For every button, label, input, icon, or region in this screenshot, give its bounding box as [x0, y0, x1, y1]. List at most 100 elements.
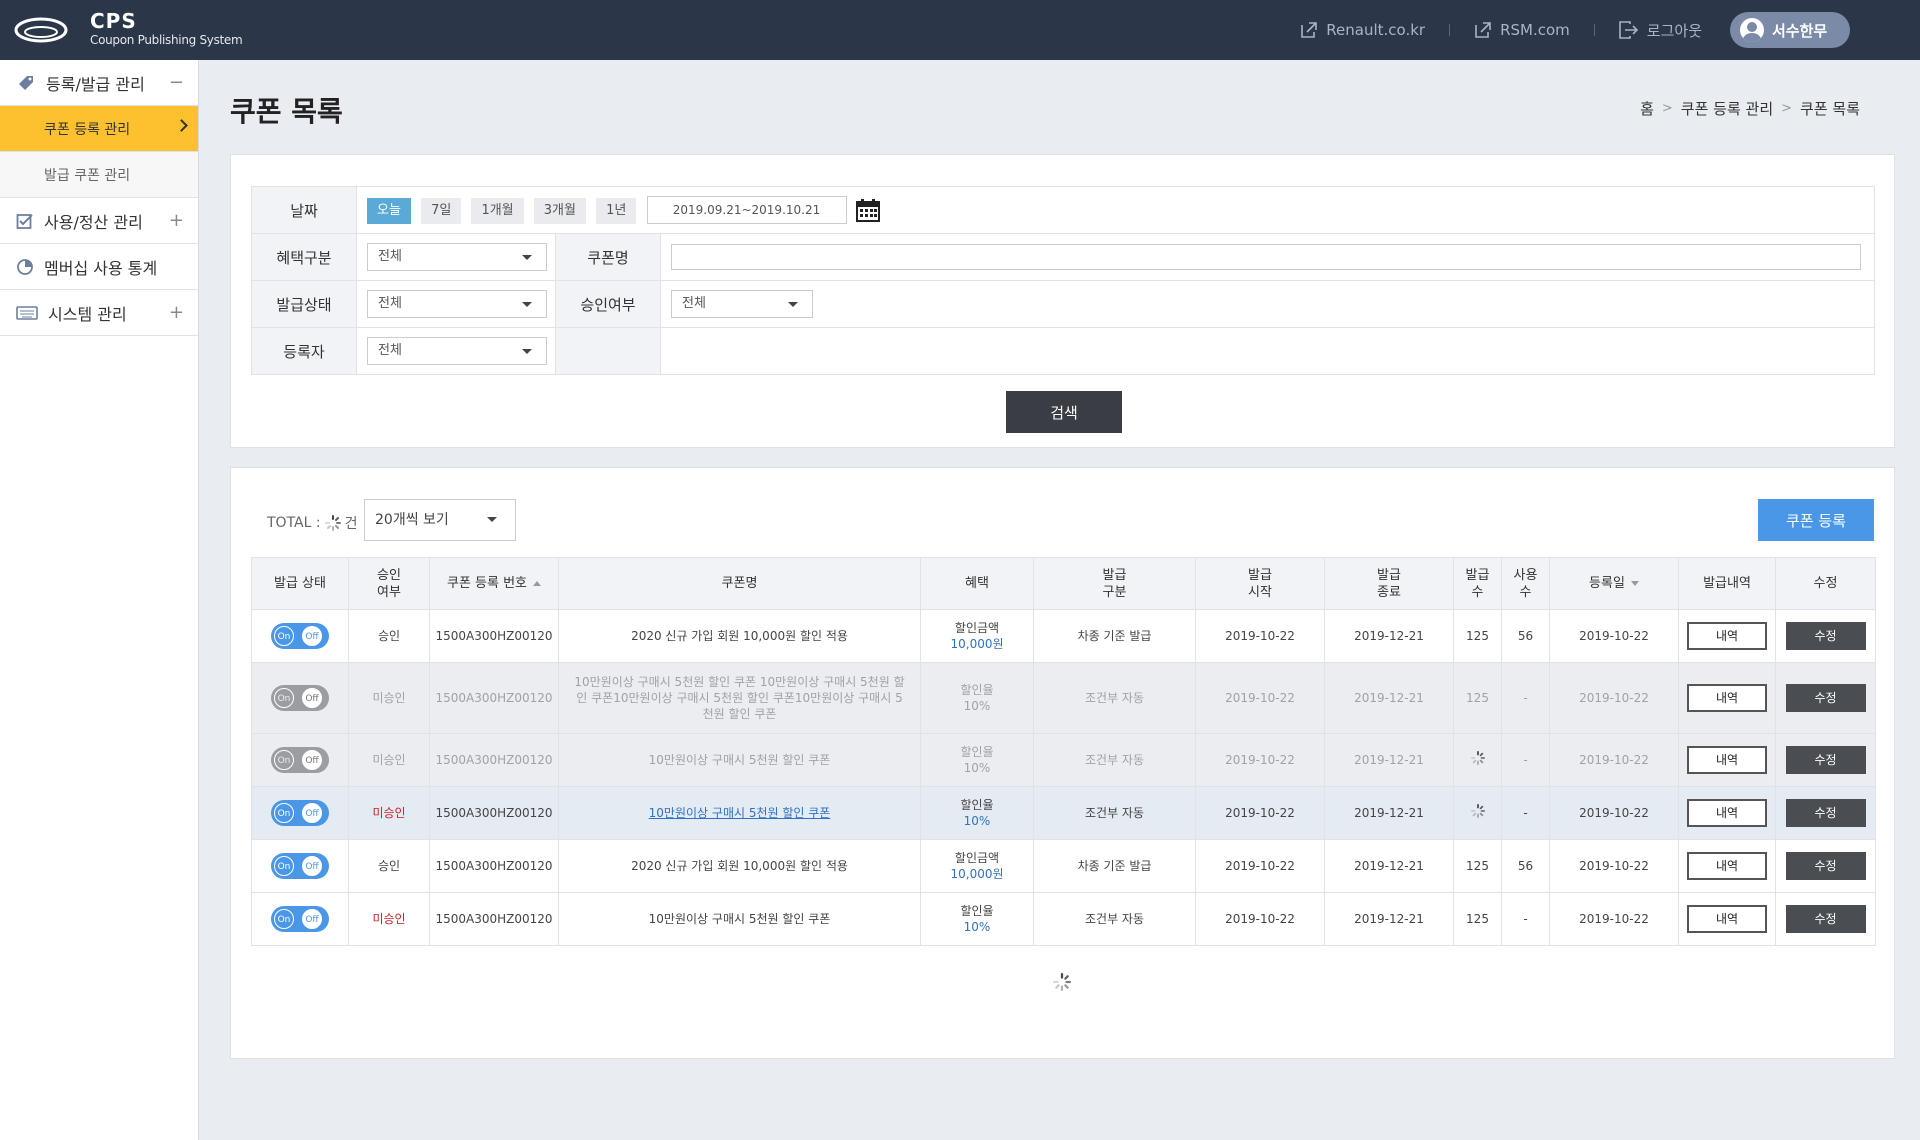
- date-today-button[interactable]: 오늘: [367, 197, 411, 224]
- coupon-code-cell: 1500A300HZ00120: [429, 786, 559, 840]
- benefit-value: 10,000원: [950, 867, 1004, 881]
- history-button[interactable]: 내역: [1687, 905, 1767, 933]
- issued-count-cell: 125: [1453, 662, 1502, 734]
- edit-button[interactable]: 수정: [1785, 746, 1866, 774]
- edit-button[interactable]: 수정: [1785, 905, 1866, 933]
- issue-status-toggle[interactable]: On Off: [271, 747, 329, 773]
- used-count-cell: 56: [1501, 609, 1550, 663]
- column-header-label: 승인: [377, 567, 401, 583]
- edit-button[interactable]: 수정: [1785, 684, 1866, 712]
- top-bar: CPS Coupon Publishing System Renault.co.…: [0, 0, 1920, 60]
- issue-status-toggle[interactable]: On Off: [271, 906, 329, 932]
- cps-logo-icon[interactable]: [14, 14, 68, 46]
- date-7days-button[interactable]: 7일: [421, 197, 462, 224]
- search-button[interactable]: 검색: [1006, 391, 1122, 433]
- page-size-select[interactable]: 20개씩 보기: [364, 499, 516, 541]
- page-size-value: 20개씩 보기: [375, 512, 449, 528]
- link-rsm[interactable]: RSM.com: [1474, 21, 1570, 39]
- column-header-issue-end: 발급 종료: [1324, 557, 1454, 610]
- issue-end: 2019-12-21: [1354, 912, 1424, 926]
- issue-status-cell: On Off: [251, 662, 349, 734]
- date-1year-button[interactable]: 1년: [596, 197, 637, 224]
- benefit-value: 10,000원: [950, 637, 1004, 651]
- breadcrumb-item[interactable]: 쿠폰 등록 관리: [1681, 98, 1773, 119]
- column-header-reg-date[interactable]: 등록일: [1549, 557, 1679, 610]
- benefit-type-select[interactable]: 전체: [367, 243, 547, 271]
- coupon-name[interactable]: 10만원이상 구매시 5천원 할인 쿠폰: [649, 806, 831, 820]
- history-button[interactable]: 내역: [1687, 746, 1767, 774]
- total-count: TOTAL : 건: [267, 513, 357, 533]
- coupon-code: 1500A300HZ00120: [435, 629, 553, 643]
- collapse-icon[interactable]: −: [169, 72, 184, 93]
- logout-icon: [1618, 21, 1638, 39]
- dropdown-caret-icon: [522, 255, 532, 260]
- approval-select[interactable]: 전체: [671, 290, 813, 318]
- issue-status-toggle[interactable]: On Off: [271, 623, 329, 649]
- date-range-input[interactable]: 2019.09.21~2019.10.21: [646, 196, 847, 224]
- coupon-table: 발급 상태 승인 여부 쿠폰 등록 번호 쿠폰명 혜택 발급 구분 발급 시작 발급 종료 발급 수 사용 수…: [251, 557, 1876, 946]
- issue-status-cell: On Off: [251, 733, 349, 787]
- sidebar-group-registration[interactable]: 등록/발급 관리 −: [0, 60, 198, 106]
- edit-button[interactable]: 수정: [1785, 799, 1866, 827]
- used-count-cell: -: [1501, 892, 1550, 946]
- coupon-name-cell: 10만원이상 구매시 5천원 할인 쿠폰: [558, 733, 921, 787]
- sort-asc-icon[interactable]: [533, 581, 542, 586]
- issue-status-toggle[interactable]: On Off: [271, 685, 329, 711]
- sort-desc-icon[interactable]: [1630, 581, 1639, 586]
- column-header-issue-status: 발급 상태: [251, 557, 349, 610]
- column-header-coupon-code[interactable]: 쿠폰 등록 번호: [429, 557, 559, 610]
- reg-date-cell: 2019-10-22: [1549, 839, 1679, 893]
- column-header-label: 발급: [1248, 567, 1272, 583]
- issue-status-toggle[interactable]: On Off: [271, 853, 329, 879]
- used-count: -: [1523, 753, 1528, 767]
- edit-cell: 수정: [1775, 786, 1876, 840]
- date-3months-button[interactable]: 3개월: [533, 197, 586, 224]
- sidebar-group-usage[interactable]: 사용/정산 관리 +: [0, 198, 198, 244]
- coupon-code-cell: 1500A300HZ00120: [429, 839, 559, 893]
- expand-icon[interactable]: +: [169, 302, 184, 323]
- issue-status-select[interactable]: 전체: [367, 290, 547, 318]
- dropdown-caret-icon: [788, 302, 798, 307]
- issue-end: 2019-12-21: [1354, 629, 1424, 643]
- coupon-name: 10만원이상 구매시 5천원 할인 쿠폰 10만원이상 구매시 5천원 할인 쿠…: [574, 675, 905, 721]
- dropdown-caret-icon: [487, 517, 497, 522]
- date-1month-button[interactable]: 1개월: [471, 197, 524, 224]
- coupon-name-input[interactable]: [671, 244, 1861, 270]
- benefit-type: 할인율: [960, 798, 994, 812]
- issue-end: 2019-12-21: [1354, 691, 1424, 705]
- benefit-value: 10%: [963, 814, 991, 828]
- registrant-label: 등록자: [251, 327, 357, 375]
- calendar-icon[interactable]: [855, 197, 881, 223]
- sidebar-group-statistics[interactable]: 멤버십 사용 통계: [0, 244, 198, 290]
- register-coupon-button[interactable]: 쿠폰 등록: [1758, 499, 1874, 541]
- issue-type: 조건부 자동: [1084, 691, 1144, 705]
- benefit-type: 할인금액: [954, 851, 1000, 865]
- link-renault[interactable]: Renault.co.kr: [1300, 21, 1425, 39]
- coupon-name-cell: 2020 신규 가입 회원 10,000원 할인 적용: [558, 839, 921, 893]
- edit-button[interactable]: 수정: [1785, 852, 1866, 880]
- history-button[interactable]: 내역: [1687, 852, 1767, 880]
- expand-icon[interactable]: +: [169, 210, 184, 231]
- sidebar-item-coupon-registration[interactable]: 쿠폰 등록 관리: [0, 106, 198, 152]
- reg-date: 2019-10-22: [1579, 691, 1649, 705]
- user-name: 서수한무: [1772, 21, 1828, 40]
- sidebar-group-system[interactable]: 시스템 관리 +: [0, 290, 198, 336]
- column-header-issue-type: 발급 구분: [1033, 557, 1196, 610]
- reg-date-cell: 2019-10-22: [1549, 609, 1679, 663]
- edit-button[interactable]: 수정: [1785, 622, 1866, 650]
- history-button[interactable]: 내역: [1687, 684, 1767, 712]
- issue-status-toggle[interactable]: On Off: [271, 800, 329, 826]
- breadcrumb-home[interactable]: 홈: [1640, 98, 1654, 119]
- coupon-code: 1500A300HZ00120: [435, 912, 553, 926]
- edit-cell: 수정: [1775, 892, 1876, 946]
- registrant-select[interactable]: 전체: [367, 337, 547, 365]
- user-menu[interactable]: 서수한무: [1730, 12, 1850, 48]
- sidebar-item-issued-coupons[interactable]: 발급 쿠폰 관리: [0, 152, 198, 198]
- history-button[interactable]: 내역: [1687, 622, 1767, 650]
- issued-count: 125: [1466, 859, 1489, 873]
- issue-end-cell: 2019-12-21: [1324, 839, 1454, 893]
- history-button[interactable]: 내역: [1687, 799, 1767, 827]
- issue-start-cell: 2019-10-22: [1195, 662, 1325, 734]
- column-header-label: 발급: [1377, 567, 1401, 583]
- logout-link[interactable]: 로그아웃: [1618, 20, 1702, 41]
